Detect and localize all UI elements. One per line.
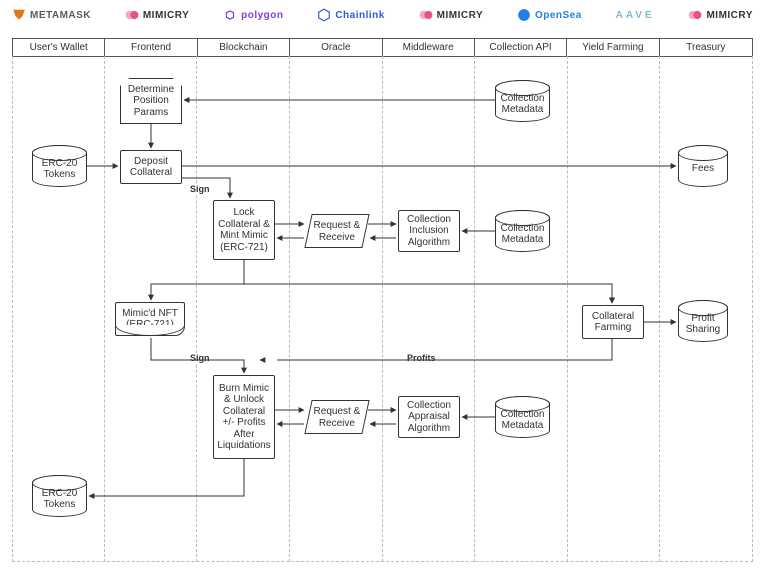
- node-label: Collection Metadata: [500, 93, 545, 116]
- lane-head-oracle: Oracle: [290, 39, 382, 56]
- brand-chainlink-label: Chainlink: [335, 10, 385, 21]
- lane-head-collection-api: Collection API: [475, 39, 567, 56]
- brand-mimicry-1-label: MIMICRY: [143, 10, 189, 21]
- node-label: Collateral Farming: [587, 311, 639, 334]
- node-label: ERC-20 Tokens: [37, 158, 82, 181]
- node-label: Deposit Collateral: [125, 156, 177, 179]
- node-label: Collection Metadata: [500, 409, 545, 432]
- opensea-icon: [517, 8, 531, 22]
- node-erc20-tokens-out: ERC-20 Tokens: [32, 475, 87, 517]
- node-label: Collection Inclusion Algorithm: [403, 214, 455, 249]
- swimlane-headers: User's Wallet Frontend Blockchain Oracle…: [12, 38, 753, 57]
- lane-head-frontend: Frontend: [105, 39, 197, 56]
- node-label: Collection Appraisal Algorithm: [403, 400, 455, 435]
- node-collection-metadata-2: Collection Metadata: [495, 396, 550, 438]
- node-profit-sharing: Profit Sharing: [678, 300, 728, 342]
- lane-head-treasury: Treasury: [660, 39, 752, 56]
- node-fees: Fees: [678, 145, 728, 187]
- brand-chainlink: Chainlink: [317, 8, 385, 22]
- brand-aave-label: AAVE: [616, 10, 655, 21]
- node-deposit-collateral: Deposit Collateral: [120, 150, 182, 184]
- lane-head-yield-farming: Yield Farming: [567, 39, 659, 56]
- flow-arrows: [0, 0, 765, 574]
- edge-label-sign-1: Sign: [188, 184, 212, 194]
- swimlane-bottom-border: [12, 561, 753, 562]
- node-burn-unlock: Burn Mimic & Unlock Collateral +/- Profi…: [213, 375, 275, 459]
- architecture-diagram: METAMASK MIMICRY polygon Chainlink MIMIC…: [0, 0, 765, 574]
- node-label: Collection Metadata: [500, 223, 545, 246]
- node-label: Lock Collateral & Mint Mimic (ERC-721): [218, 207, 270, 253]
- brand-row: METAMASK MIMICRY polygon Chainlink MIMIC…: [12, 8, 753, 22]
- lane-head-middleware: Middleware: [383, 39, 475, 56]
- node-label: Mimic'd NFT (ERC-721): [120, 308, 180, 331]
- polygon-icon: [223, 8, 237, 22]
- node-label: Profit Sharing: [683, 313, 723, 336]
- brand-mimicry-2: MIMICRY: [419, 8, 483, 22]
- node-request-receive-1: Request & Receive: [304, 214, 369, 248]
- lane-head-wallet: User's Wallet: [13, 39, 105, 56]
- node-collection-metadata-top: Collection Metadata: [495, 80, 550, 122]
- node-label: Request & Receive: [313, 220, 361, 243]
- node-collection-metadata-1: Collection Metadata: [495, 210, 550, 252]
- swimlane-right-border: [752, 56, 753, 562]
- brand-mimicry-1: MIMICRY: [125, 8, 189, 22]
- node-label: Determine Position Params: [124, 84, 178, 119]
- node-request-receive-2: Request & Receive: [304, 400, 369, 434]
- mimicry-icon: [125, 8, 139, 22]
- mimicry-icon: [419, 8, 433, 22]
- brand-mimicry-3-label: MIMICRY: [706, 10, 752, 21]
- brand-polygon-label: polygon: [241, 10, 283, 21]
- brand-polygon: polygon: [223, 8, 283, 22]
- node-collection-inclusion-algorithm: Collection Inclusion Algorithm: [398, 210, 460, 252]
- swimlane-left-border: [12, 56, 13, 562]
- edge-label-profits: Profits: [405, 353, 438, 363]
- node-label: Burn Mimic & Unlock Collateral +/- Profi…: [217, 383, 270, 452]
- brand-opensea: OpenSea: [517, 8, 582, 22]
- node-mimicd-nft: Mimic'd NFT (ERC-721): [115, 302, 185, 336]
- node-label: Fees: [692, 163, 714, 175]
- lane-head-blockchain: Blockchain: [198, 39, 290, 56]
- edge-label-sign-2: Sign: [188, 353, 212, 363]
- node-collateral-farming: Collateral Farming: [582, 305, 644, 339]
- node-collection-appraisal-algorithm: Collection Appraisal Algorithm: [398, 396, 460, 438]
- brand-opensea-label: OpenSea: [535, 10, 582, 21]
- node-label: ERC-20 Tokens: [37, 488, 82, 511]
- brand-aave: AAVE: [616, 10, 655, 21]
- node-erc20-tokens-in: ERC-20 Tokens: [32, 145, 87, 187]
- brand-metamask-label: METAMASK: [30, 10, 91, 21]
- node-determine-position-params: Determine Position Params: [120, 78, 182, 124]
- brand-mimicry-2-label: MIMICRY: [437, 10, 483, 21]
- brand-metamask: METAMASK: [12, 8, 91, 22]
- mimicry-icon: [688, 8, 702, 22]
- brand-mimicry-3: MIMICRY: [688, 8, 752, 22]
- chainlink-icon: [317, 8, 331, 22]
- metamask-icon: [12, 8, 26, 22]
- node-lock-collateral-mint: Lock Collateral & Mint Mimic (ERC-721): [213, 200, 275, 260]
- node-label: Request & Receive: [313, 406, 361, 429]
